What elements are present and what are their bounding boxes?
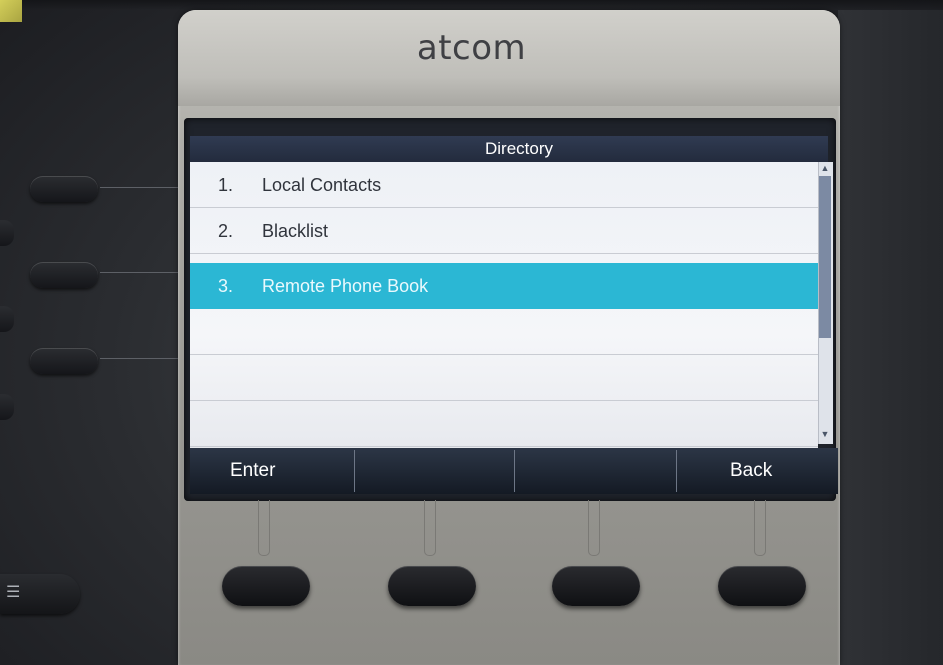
line-key-edge-2 (0, 306, 14, 332)
list-row-empty-2 (190, 355, 818, 401)
softkey-divider-3 (676, 450, 677, 492)
line-key-3[interactable] (30, 348, 98, 374)
phone-right-panel (838, 10, 943, 665)
softkey-guide-3 (588, 500, 600, 556)
phone-top-edge (0, 0, 943, 10)
list-item-number: 1. (218, 175, 234, 195)
list-item-number: 2. (218, 221, 234, 241)
softkey-guide-1 (258, 500, 270, 556)
menu-key[interactable]: ☰ (0, 574, 80, 614)
line-key-divider-3 (100, 358, 180, 359)
softkey-button-1[interactable] (222, 566, 310, 606)
desk-corner (0, 0, 22, 22)
line-key-edge-3 (0, 394, 14, 420)
softkey-enter-label[interactable]: Enter (230, 448, 275, 494)
list-item-label: Local Contacts (262, 175, 382, 195)
scroll-up-arrow-icon[interactable]: ▲ (818, 162, 832, 174)
list-item-label: Remote Phone Book (262, 276, 429, 296)
menu-lines-icon: ☰ (6, 584, 21, 601)
list-row-empty-3 (190, 401, 818, 447)
softkey-divider-1 (354, 450, 355, 492)
softkey-guide-2 (424, 500, 436, 556)
screen-title: Directory (484, 139, 553, 158)
softkey-guide-4 (754, 500, 766, 556)
brand-logo: atcom (416, 28, 527, 68)
softkey-divider-2 (514, 450, 515, 492)
line-key-divider-2 (100, 272, 180, 273)
line-key-edge-1 (0, 220, 14, 246)
scrollbar-thumb[interactable] (819, 176, 831, 338)
list-row-empty-1 (190, 309, 818, 355)
list-item-local-contacts[interactable]: 1. Local Contacts (190, 162, 818, 208)
directory-list: 1. Local Contacts 2. Blacklist 3. Remote… (190, 162, 818, 452)
list-item-label: Blacklist (262, 221, 329, 241)
list-item-blacklist[interactable]: 2. Blacklist (190, 208, 818, 254)
scroll-down-arrow-icon[interactable]: ▼ (818, 428, 832, 440)
softkey-button-2[interactable] (388, 566, 476, 606)
line-key-divider-1 (100, 187, 180, 188)
line-key-1[interactable] (30, 176, 98, 202)
list-item-remote-phone-book[interactable]: 3. Remote Phone Book (190, 263, 818, 309)
softkey-button-4[interactable] (718, 566, 806, 606)
softkey-back-label[interactable]: Back (730, 448, 772, 494)
list-item-number: 3. (218, 276, 234, 296)
line-key-2[interactable] (30, 262, 98, 288)
softkey-button-3[interactable] (552, 566, 640, 606)
